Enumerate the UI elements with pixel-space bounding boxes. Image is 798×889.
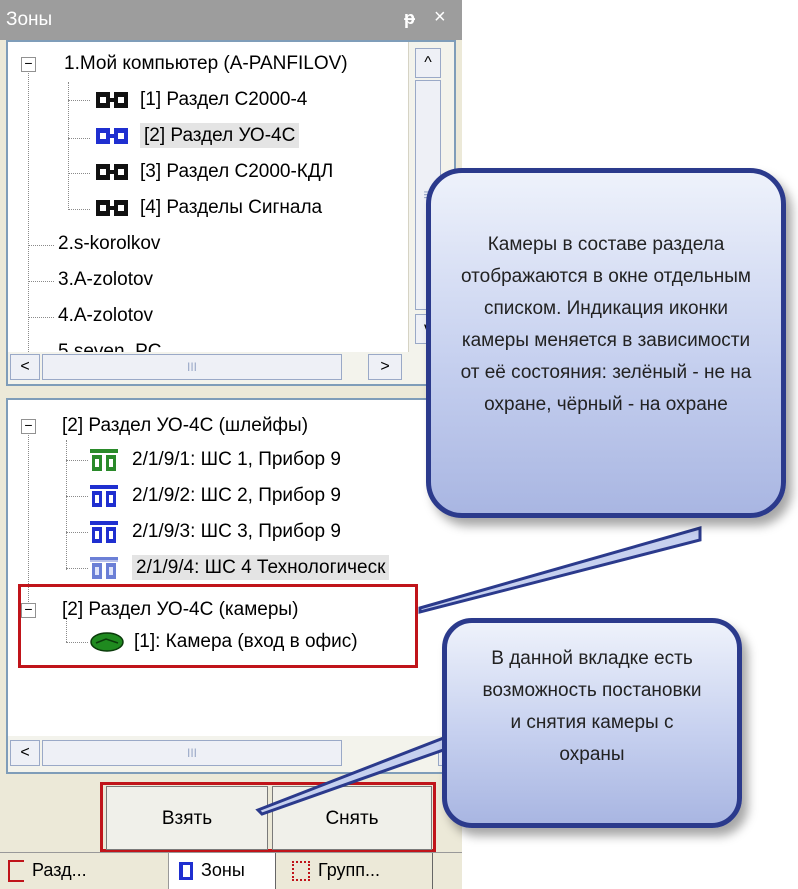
tree-line — [68, 209, 90, 210]
tab-label: Групп... — [318, 860, 381, 880]
tab-label: Зоны — [201, 860, 245, 880]
tree-node-loop-4[interactable]: 2/1/9/4: ШС 4 Технологическ — [90, 550, 390, 586]
scroll-right-button[interactable]: > — [368, 354, 402, 380]
section-icon — [96, 91, 128, 108]
loop-armed-icon — [90, 520, 118, 543]
tree-line — [28, 245, 54, 246]
tree-node-section-2[interactable]: [2] Раздел УО-4С — [96, 118, 300, 154]
tree-line — [68, 138, 90, 139]
loop-technological-icon — [90, 556, 118, 579]
scroll-left-button[interactable]: < — [10, 740, 40, 766]
tree-node-section-1[interactable]: [1] Раздел С2000-4 — [96, 82, 307, 118]
zones-tab-icon — [179, 862, 193, 881]
section-label: [3] Раздел С2000-КДЛ — [140, 161, 334, 182]
section-icon — [96, 163, 128, 180]
tree-line — [66, 496, 88, 497]
disarm-button[interactable]: Снять — [272, 786, 432, 850]
tab-sections[interactable]: Разд... — [8, 853, 158, 889]
sections-tab-icon — [8, 860, 24, 883]
tab-label: Разд... — [32, 860, 87, 880]
loop-label: 2/1/9/1: ШС 1, Прибор 9 — [132, 449, 341, 470]
tree-line — [68, 100, 90, 101]
tree-node-computer-2[interactable]: 2.s-korolkov — [58, 226, 160, 262]
loop-disarmed-icon — [90, 448, 118, 471]
tree-line — [66, 568, 88, 569]
tree-line — [68, 173, 90, 174]
callout-arm-tab: В данной вкладке есть возможность постан… — [442, 618, 742, 828]
section-label: [2] Раздел УО-4С — [140, 123, 300, 148]
close-icon[interactable]: × — [434, 6, 446, 29]
horizontal-scrollbar[interactable]: < III > — [8, 352, 454, 384]
pin-icon[interactable]: ᵽ — [404, 8, 415, 29]
zones-tree: − 1.Мой компьютер (A-PANFILOV) [1] Разде… — [6, 40, 456, 386]
tree-line — [66, 460, 88, 461]
callout-cameras: Камеры в составе раздела отображаются в … — [426, 168, 786, 518]
callout-arm-tab-text: В данной вкладке есть возможность постан… — [482, 648, 702, 765]
tree-line — [28, 317, 54, 318]
panel-titlebar: Зоны ᵽ × — [0, 0, 462, 40]
section-label: [4] Разделы Сигнала — [140, 197, 323, 218]
bottom-tabs: Разд... Зоны Групп... — [0, 852, 462, 889]
collapse-toggle[interactable]: − — [21, 418, 36, 434]
tree-line — [28, 64, 29, 374]
loop-label: 2/1/9/3: ШС 3, Прибор 9 — [132, 521, 341, 542]
tree-line — [28, 281, 54, 282]
tree-line — [68, 82, 69, 210]
section-armed-icon — [96, 127, 128, 144]
tree-node-computer-3[interactable]: 3.A-zolotov — [58, 262, 153, 298]
scroll-left-button[interactable]: < — [10, 354, 40, 380]
scroll-thumb[interactable]: III — [42, 740, 342, 766]
tree-node-loop-3[interactable]: 2/1/9/3: ШС 3, Прибор 9 — [90, 514, 341, 550]
callout-cameras-text: Камеры в составе раздела отображаются в … — [460, 234, 752, 415]
groups-tab-icon — [292, 861, 310, 882]
collapse-toggle[interactable]: − — [21, 56, 36, 72]
tree-node-loop-2[interactable]: 2/1/9/2: ШС 2, Прибор 9 — [90, 478, 341, 514]
loop-label: 2/1/9/4: ШС 4 Технологическ — [132, 555, 390, 580]
tree-node-computer-4[interactable]: 4.A-zolotov — [58, 298, 153, 334]
scroll-up-button[interactable]: ^ — [415, 48, 441, 78]
tab-zones[interactable]: Зоны — [168, 853, 276, 889]
cameras-highlight-frame — [18, 584, 418, 668]
panel-title: Зоны — [6, 9, 53, 30]
section-icon — [96, 199, 128, 216]
tree-node-section-4[interactable]: [4] Разделы Сигнала — [96, 190, 322, 226]
tree-node-loop-1[interactable]: 2/1/9/1: ШС 1, Прибор 9 — [90, 442, 341, 478]
tree-line — [66, 532, 88, 533]
section-label: [1] Раздел С2000-4 — [140, 89, 308, 110]
scroll-thumb[interactable]: III — [42, 354, 342, 380]
tab-groups[interactable]: Групп... — [282, 853, 433, 889]
tree-node-section-3[interactable]: [3] Раздел С2000-КДЛ — [96, 154, 333, 190]
arm-button[interactable]: Взять — [106, 786, 268, 850]
zones-panel: Зоны ᵽ × − 1.Мой компьютер (A-PANFILOV) … — [0, 0, 462, 889]
horizontal-scrollbar[interactable]: < III > — [8, 736, 462, 772]
loops-tree: − [2] Раздел УО-4С (шлейфы) 2/1/9/1: ШС … — [6, 398, 462, 774]
loop-armed-icon — [90, 484, 118, 507]
tree-node-loops-header[interactable]: [2] Раздел УО-4С (шлейфы) — [62, 408, 308, 444]
tree-node-root[interactable]: 1.Мой компьютер (A-PANFILOV) — [64, 46, 348, 82]
loop-label: 2/1/9/2: ШС 2, Прибор 9 — [132, 485, 341, 506]
